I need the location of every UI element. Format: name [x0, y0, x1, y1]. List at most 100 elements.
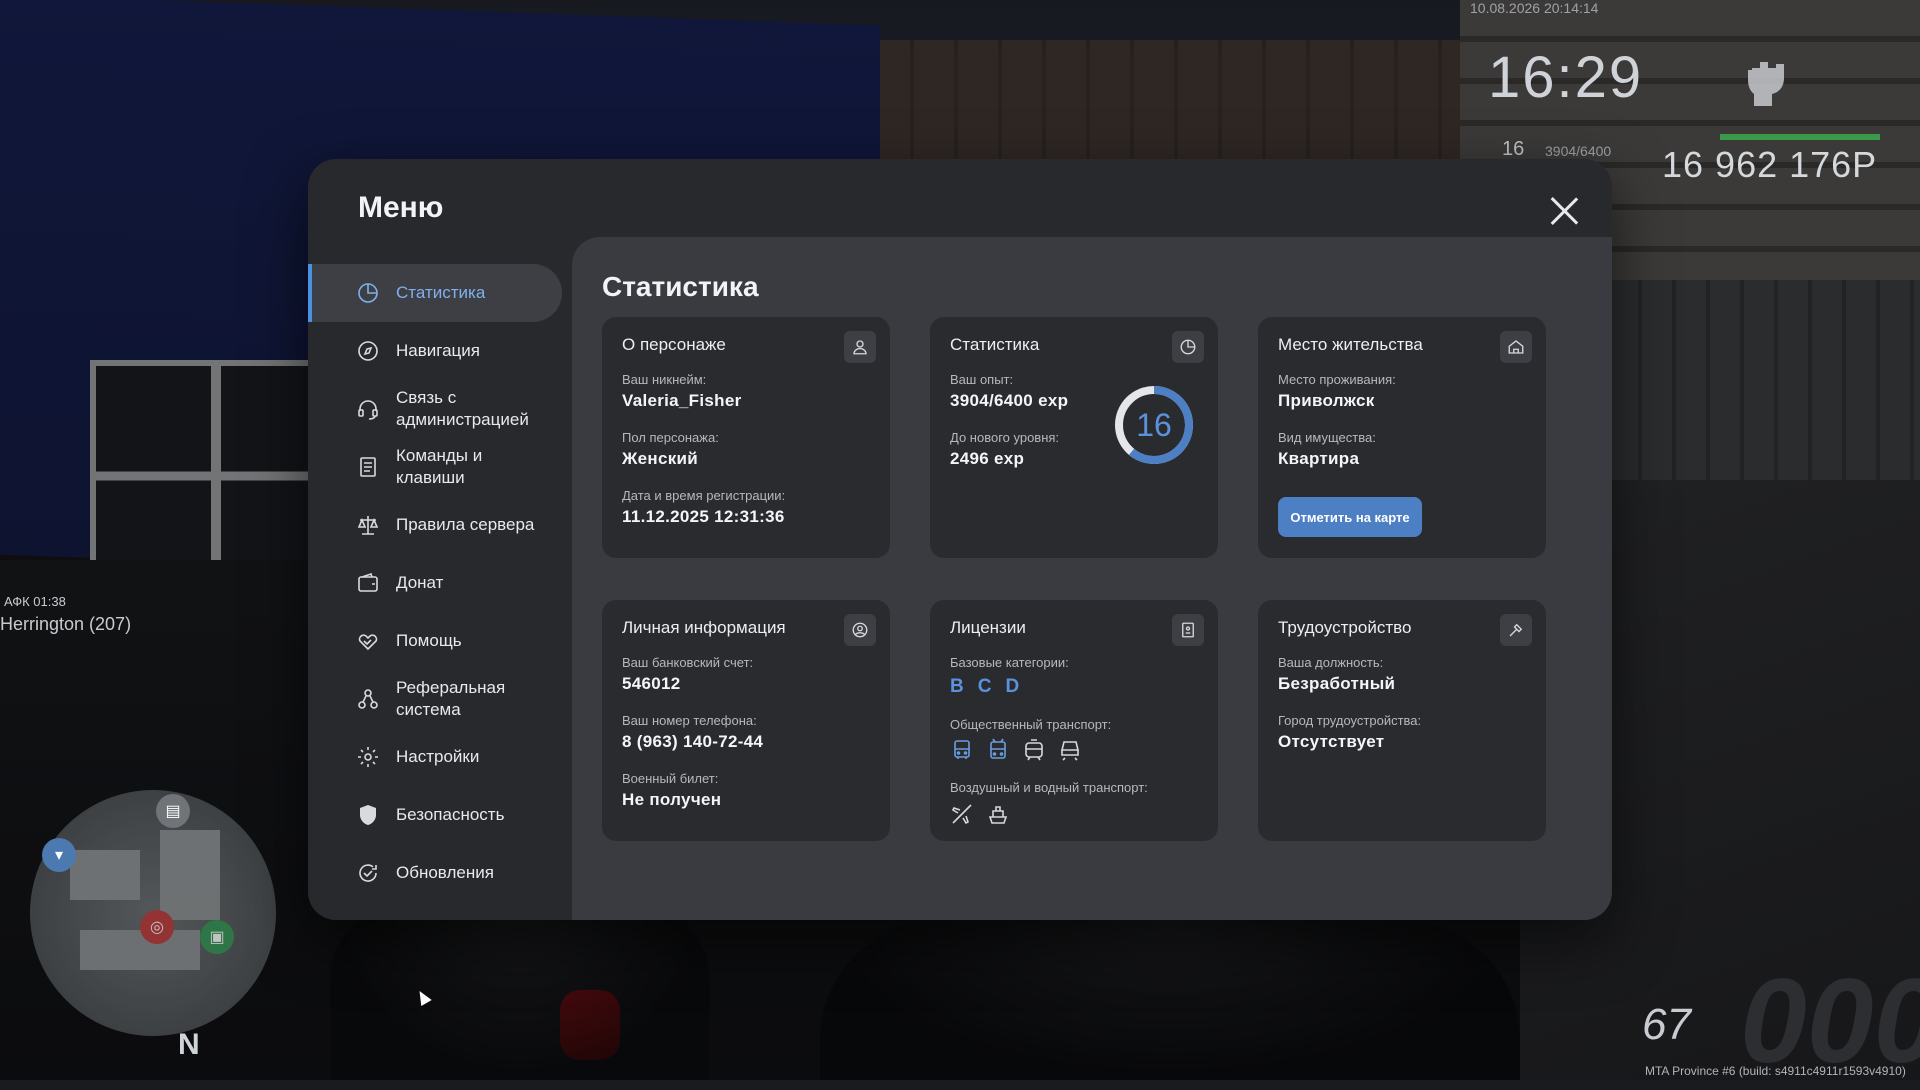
license-categories: B C D — [950, 676, 1019, 698]
sidebar-item-referral[interactable]: Реферальная система — [308, 670, 570, 728]
content-panel: Статистика О персонаже Ваш никнейм: Vale… — [572, 237, 1612, 920]
sidebar-item-label: Реферальная система — [396, 678, 506, 719]
refresh-check-icon — [356, 861, 380, 885]
scales-icon — [356, 513, 380, 537]
field-label: Общественный транспорт: — [950, 717, 1112, 732]
helping-hand-icon — [356, 629, 380, 653]
position-value: Безработный — [1278, 674, 1396, 693]
sidebar-item-label: Донат — [396, 573, 444, 592]
bus-stop-icon: ▣ — [200, 920, 234, 954]
licenses-card: Лицензии Базовые категории: B C D Общест… — [930, 600, 1218, 841]
referral-icon — [356, 687, 380, 711]
modal-title: Меню — [358, 191, 444, 224]
sidebar-item-statistics[interactable]: Статистика — [308, 264, 562, 322]
sidebar-item-security[interactable]: Безопасность — [308, 786, 570, 844]
sidebar-item-label: Обновления — [396, 863, 494, 882]
sidebar-item-label: Помощь — [396, 631, 462, 650]
pie-chart-icon — [1172, 331, 1204, 363]
user-circle-icon — [844, 614, 876, 646]
license-category: B — [950, 676, 964, 697]
gender-value: Женский — [622, 449, 699, 468]
trolleybus-icon — [986, 738, 1010, 762]
bank-account-value: 546012 — [622, 674, 681, 693]
field-label: Ваш банковский счет: — [622, 655, 754, 670]
card-title: Лицензии — [950, 618, 1026, 637]
hud-money: 16 962 176Р — [1662, 144, 1878, 185]
sidebar-item-updates[interactable]: Обновления — [308, 844, 570, 902]
air-water-transport-row — [950, 802, 1010, 826]
field-label: Военный билет: — [622, 771, 719, 786]
shirt-icon: ▾ — [42, 838, 76, 872]
stats-card: Статистика Ваш опыт: 3904/6400 exp До но… — [930, 317, 1218, 558]
boat-icon — [986, 802, 1010, 826]
health-bar — [1720, 134, 1880, 140]
compass-north: N — [178, 1028, 200, 1061]
field-label: Город трудоустройства: — [1278, 713, 1422, 728]
field-label: Место проживания: — [1278, 372, 1396, 387]
sidebar-item-help[interactable]: Помощь — [308, 612, 570, 670]
sidebar-item-rules[interactable]: Правила сервера — [308, 496, 570, 554]
fuel-level: 67 — [1642, 1000, 1691, 1049]
content-title: Статистика — [602, 271, 759, 302]
residence-card: Место жительства Место проживания: Приво… — [1258, 317, 1546, 558]
sidebar-nav: Статистика Навигация Связь с администрац… — [308, 264, 570, 902]
field-label: Ваш опыт: — [950, 372, 1014, 387]
sidebar-item-commands[interactable]: Команды и клавиши — [308, 438, 570, 496]
personal-info-card: Личная информация Ваш банковский счет: 5… — [602, 600, 890, 841]
map-block — [160, 830, 220, 920]
license-document-icon — [1172, 614, 1204, 646]
map-block — [80, 930, 200, 970]
menu-modal: Меню Статистика Навигация Связь с админи… — [308, 159, 1612, 920]
card-title: Личная информация — [622, 618, 786, 637]
sidebar-item-label: Команды и клавиши — [396, 446, 483, 487]
build-info: MTA Province #6 (build: s4911c4911r1593v… — [1645, 1064, 1906, 1078]
sidebar-item-label: Правила сервера — [396, 515, 535, 534]
map-marker-icon: ◎ — [140, 910, 174, 944]
sidebar-item-donate[interactable]: Донат — [308, 554, 570, 612]
card-title: Трудоустройство — [1278, 618, 1412, 637]
user-icon — [844, 331, 876, 363]
hud-datetime: 10.08.2026 20:14:14 — [1470, 0, 1599, 16]
garage-icon: ▤ — [156, 794, 190, 828]
public-transport-row — [950, 738, 1082, 762]
residence-value: Приволжск — [1278, 391, 1375, 410]
pie-chart-icon — [356, 281, 380, 305]
registration-value: 11.12.2025 12:31:36 — [622, 507, 785, 526]
license-category: C — [977, 676, 992, 697]
hud-level: 16 — [1502, 138, 1525, 160]
field-label: Ваш никнейм: — [622, 372, 707, 387]
fist-icon — [1742, 54, 1796, 110]
player-nametag: Herrington (207) — [0, 614, 132, 634]
field-label: Воздушный и водный транспорт: — [950, 780, 1148, 795]
level-number: 16 — [1136, 406, 1172, 443]
character-card: О персонаже Ваш никнейм: Valeria_Fisher … — [602, 317, 890, 558]
shield-icon — [356, 803, 380, 827]
compass-icon — [356, 339, 380, 363]
sidebar-item-settings[interactable]: Настройки — [308, 728, 570, 786]
employment-card: Трудоустройство Ваша должность: Безработ… — [1258, 600, 1546, 841]
bus-icon — [950, 738, 974, 762]
headset-icon — [356, 397, 380, 421]
mark-on-map-button[interactable]: Отметить на карте — [1278, 497, 1422, 537]
phone-value: 8 (963) 140-72-44 — [622, 732, 764, 751]
sidebar-item-label: Статистика — [396, 283, 486, 302]
map-block — [70, 850, 140, 900]
close-button[interactable] — [1548, 195, 1580, 227]
field-label: Вид имущества: — [1278, 430, 1376, 445]
sidebar-item-label: Навигация — [396, 341, 480, 360]
next-level-value: 2496 exp — [950, 449, 1025, 468]
field-label: Пол персонажа: — [622, 430, 719, 445]
field-label: Ваша должность: — [1278, 655, 1384, 670]
nickname-value: Valeria_Fisher — [622, 391, 742, 410]
sidebar-item-admin-contact[interactable]: Связь с администрацией — [308, 380, 570, 438]
sidebar-item-navigation[interactable]: Навигация — [308, 322, 570, 380]
card-title: Место жительства — [1278, 335, 1423, 354]
train-icon — [1058, 738, 1082, 762]
card-title: О персонаже — [622, 335, 726, 354]
hud-clock: 16:29 — [1488, 45, 1644, 110]
hud-exp: 3904/6400 — [1545, 143, 1612, 159]
field-label: До нового уровня: — [950, 430, 1060, 445]
sidebar-item-label: Настройки — [396, 747, 480, 766]
exp-value: 3904/6400 exp — [950, 391, 1069, 410]
field-label: Ваш номер телефона: — [622, 713, 757, 728]
